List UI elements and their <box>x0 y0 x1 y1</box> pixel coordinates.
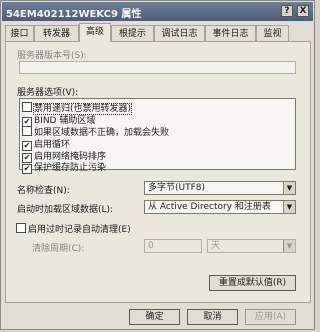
tab-root-hints[interactable]: 根提示 <box>111 25 154 41</box>
scavenging-period-input[interactable]: 0 <box>144 239 202 253</box>
option-disable-recursion[interactable]: 禁用递归(也禁用转发器) <box>22 101 133 115</box>
scavenging-checkbox-row[interactable]: 启用过时记录自动清理(E) <box>16 222 131 235</box>
scavenging-unit-select[interactable]: 天 ▼ <box>207 239 296 253</box>
cancel-button[interactable]: 取消 <box>187 309 238 325</box>
window-title: 54EM402112WEKC9 属性 <box>6 9 142 20</box>
tab-debug-logging[interactable]: 调试日志 <box>154 25 205 41</box>
reset-to-default-button[interactable]: 重置成默认值(R) <box>209 275 296 291</box>
tab-forwarders[interactable]: 转发器 <box>34 25 79 41</box>
option-label: 保护缓存防止污染 <box>34 163 107 173</box>
server-version-label: 服务器版本号(S): <box>17 51 87 61</box>
tab-interfaces[interactable]: 接口 <box>5 25 34 41</box>
close-button[interactable]: X <box>297 5 309 17</box>
load-zone-data-label: 启动时加载区域数据(L): <box>17 205 114 215</box>
option-cache-pollution[interactable]: ✔ 保护缓存防止污染 <box>22 160 107 174</box>
scavenging-label: 启用过时记录自动清理(E) <box>28 225 131 235</box>
name-checking-value: 多字节(UTF8) <box>148 183 206 193</box>
title-bar: 54EM402112WEKC9 属性 ? X <box>2 2 313 21</box>
advanced-panel: 服务器版本号(S): 服务器选项(V): 禁用递归(也禁用转发器) ✔ BIND … <box>5 41 311 303</box>
option-fail-on-bad-zone[interactable]: 如果区域数据不正确，加载会失败 <box>22 125 169 138</box>
option-bind-secondaries[interactable]: ✔ BIND 辅助区域 <box>22 113 95 127</box>
server-version-field <box>19 61 296 74</box>
scavenging-period-label: 清除周期(C): <box>32 244 85 254</box>
option-round-robin[interactable]: ✔ 启用循环 <box>22 137 70 151</box>
tab-advanced[interactable]: 高级 <box>79 23 111 42</box>
chevron-down-icon[interactable]: ▼ <box>283 182 295 194</box>
scavenging-period-value: 0 <box>148 241 154 251</box>
tab-strip: 接口 转发器 高级 根提示 调试日志 事件日志 监视 <box>5 23 311 42</box>
apply-button[interactable]: 应用(A) <box>245 309 296 325</box>
scavenging-checkbox[interactable] <box>16 223 26 233</box>
chevron-down-icon[interactable]: ▼ <box>283 240 295 252</box>
tab-monitoring[interactable]: 监视 <box>256 25 289 41</box>
server-options-list[interactable]: 禁用递归(也禁用转发器) ✔ BIND 辅助区域 如果区域数据不正确，加载会失败 … <box>19 98 296 174</box>
tab-event-logging[interactable]: 事件日志 <box>205 25 256 41</box>
ok-button[interactable]: 确定 <box>129 309 180 325</box>
server-options-label: 服务器选项(V): <box>17 88 79 98</box>
scavenging-unit-value: 天 <box>211 241 221 251</box>
chevron-down-icon[interactable]: ▼ <box>283 201 295 213</box>
checkbox-fail-on-bad-zone[interactable] <box>22 126 32 136</box>
checkbox-cache-pollution[interactable]: ✔ <box>22 164 32 174</box>
name-checking-label: 名称检查(N): <box>17 186 70 196</box>
help-button[interactable]: ? <box>281 5 293 17</box>
checkbox-disable-recursion[interactable] <box>22 102 32 112</box>
load-zone-data-value: 从 Active Directory 和注册表 <box>148 202 271 212</box>
dns-properties-dialog: 54EM402112WEKC9 属性 ? X 接口 转发器 高级 根提示 调试日… <box>0 0 315 330</box>
name-checking-select[interactable]: 多字节(UTF8) ▼ <box>144 181 296 195</box>
load-zone-data-select[interactable]: 从 Active Directory 和注册表 ▼ <box>144 200 296 214</box>
